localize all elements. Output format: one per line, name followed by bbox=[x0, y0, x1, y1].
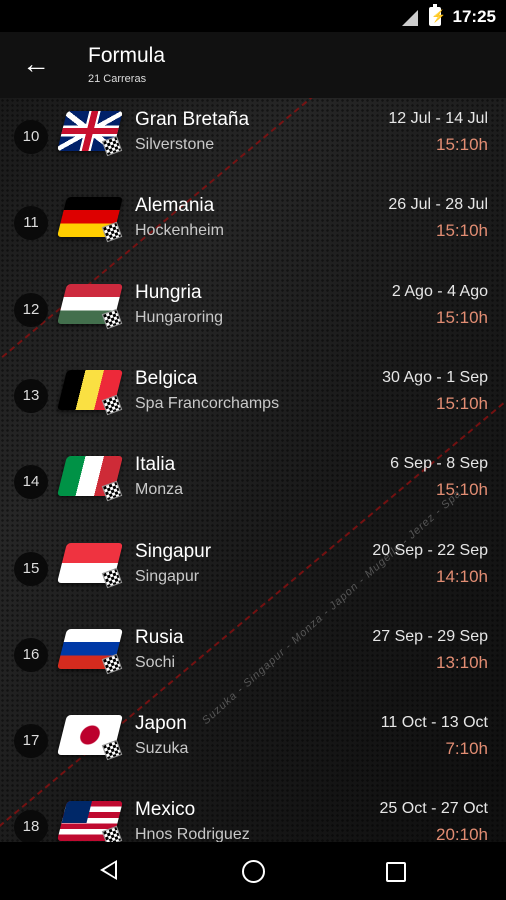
race-time: 15:10h bbox=[436, 307, 488, 327]
checkered-flag-icon bbox=[101, 739, 123, 761]
race-dates: 2 Ago - 4 Ago bbox=[391, 282, 488, 300]
race-number: 13 bbox=[14, 378, 48, 413]
race-time: 7:10h bbox=[445, 739, 488, 759]
page-subtitle: 21 Carreras bbox=[88, 73, 147, 85]
battery-icon: ⚡ bbox=[429, 4, 446, 26]
race-country: Singapur bbox=[135, 540, 212, 562]
race-number: 10 bbox=[14, 120, 48, 154]
race-country: Gran Bretaña bbox=[135, 109, 250, 130]
race-time: 15:10h bbox=[436, 135, 488, 154]
checkered-flag-icon bbox=[101, 222, 123, 243]
race-number: 18 bbox=[14, 810, 48, 842]
race-time: 15:10h bbox=[436, 480, 488, 500]
race-circuit: Sochi bbox=[135, 653, 176, 671]
nav-home-icon[interactable] bbox=[242, 860, 265, 883]
nav-recents-icon[interactable] bbox=[386, 862, 406, 882]
race-circuit: Hnos Rodriguez bbox=[135, 826, 250, 842]
race-circuit: Singapur bbox=[135, 567, 200, 585]
race-circuit: Monza bbox=[135, 481, 184, 499]
race-country: Japon bbox=[135, 713, 187, 735]
race-country: Belgica bbox=[135, 367, 198, 389]
race-country: Rusia bbox=[135, 626, 184, 648]
race-country: Hungria bbox=[135, 281, 202, 303]
race-time: 13:10h bbox=[436, 652, 488, 672]
race-dates: 27 Sep - 29 Sep bbox=[372, 627, 488, 645]
race-row[interactable]: 15 Singapur Singapur 20 Sep - 22 Sep 14:10h bbox=[0, 530, 506, 616]
race-time: 15:10h bbox=[436, 393, 488, 413]
race-number: 17 bbox=[14, 724, 48, 759]
race-row[interactable]: 13 Belgica Spa Francorchamps 30 Ago - 1 Sep… bbox=[0, 357, 506, 443]
race-circuit: Hungaroring bbox=[135, 308, 224, 326]
race-circuit: Suzuka bbox=[135, 740, 189, 758]
nav-back-icon[interactable] bbox=[100, 860, 117, 880]
system-nav-bar bbox=[0, 842, 506, 900]
race-number: 11 bbox=[14, 206, 48, 241]
race-row[interactable]: 16 Rusia Sochi 27 Sep - 29 Sep 13:10h bbox=[0, 616, 506, 702]
race-dates: 26 Jul - 28 Jul bbox=[388, 196, 488, 214]
race-number: 12 bbox=[14, 292, 48, 327]
race-country: Mexico bbox=[135, 799, 196, 821]
race-time: 20:10h bbox=[436, 825, 488, 842]
back-arrow-icon[interactable]: ← bbox=[22, 50, 50, 78]
race-row[interactable]: 12 Hungria Hungaroring 2 Ago - 4 Ago 15:10h bbox=[0, 271, 506, 357]
race-row[interactable]: 17 Japon Suzuka 11 Oct - 13 Oct 7:10h bbox=[0, 702, 506, 788]
race-circuit: Spa Francorchamps bbox=[135, 394, 280, 412]
race-time: 15:10h bbox=[436, 221, 488, 241]
race-list[interactable]: Suzuka - Singapur - Monza - Japon - Muge… bbox=[0, 98, 506, 842]
race-dates: 11 Oct - 13 Oct bbox=[380, 714, 488, 732]
race-dates: 20 Sep - 22 Sep bbox=[372, 541, 488, 559]
checkered-flag-icon bbox=[101, 480, 123, 502]
race-dates: 25 Oct - 27 Oct bbox=[379, 800, 488, 818]
race-number: 15 bbox=[14, 551, 48, 586]
race-time: 14:10h bbox=[436, 566, 488, 586]
status-time: 17:25 bbox=[452, 7, 496, 26]
race-row[interactable]: 11 Alemania Hockenheim 26 Jul - 28 Jul 15:10… bbox=[0, 184, 506, 270]
race-dates: 6 Sep - 8 Sep bbox=[390, 455, 488, 473]
race-country: Alemania bbox=[135, 195, 215, 217]
race-dates: 30 Ago - 1 Sep bbox=[382, 368, 488, 386]
race-row[interactable]: 14 Italia Monza 6 Sep - 8 Sep 15:10h bbox=[0, 443, 506, 529]
race-dates: 12 Jul - 14 Jul bbox=[388, 110, 488, 127]
race-row[interactable]: 18 Mexico Hnos Rodriguez 25 Oct - 27 Oct 20:… bbox=[0, 788, 506, 842]
race-number: 16 bbox=[14, 637, 48, 672]
signal-icon bbox=[402, 10, 418, 26]
status-bar: ⚡ 17:25 bbox=[0, 0, 506, 32]
race-row[interactable]: 10 Gran Bretaña Silverstone 12 Jul - 14 Jul… bbox=[0, 98, 506, 184]
app-bar: ← Formula 21 Carreras bbox=[0, 32, 506, 98]
race-circuit: Silverstone bbox=[135, 136, 215, 153]
race-circuit: Hockenheim bbox=[135, 222, 224, 240]
race-country: Italia bbox=[135, 454, 176, 476]
page-title: Formula bbox=[88, 44, 166, 67]
race-number: 14 bbox=[14, 465, 48, 500]
checkered-flag-icon bbox=[101, 135, 123, 157]
